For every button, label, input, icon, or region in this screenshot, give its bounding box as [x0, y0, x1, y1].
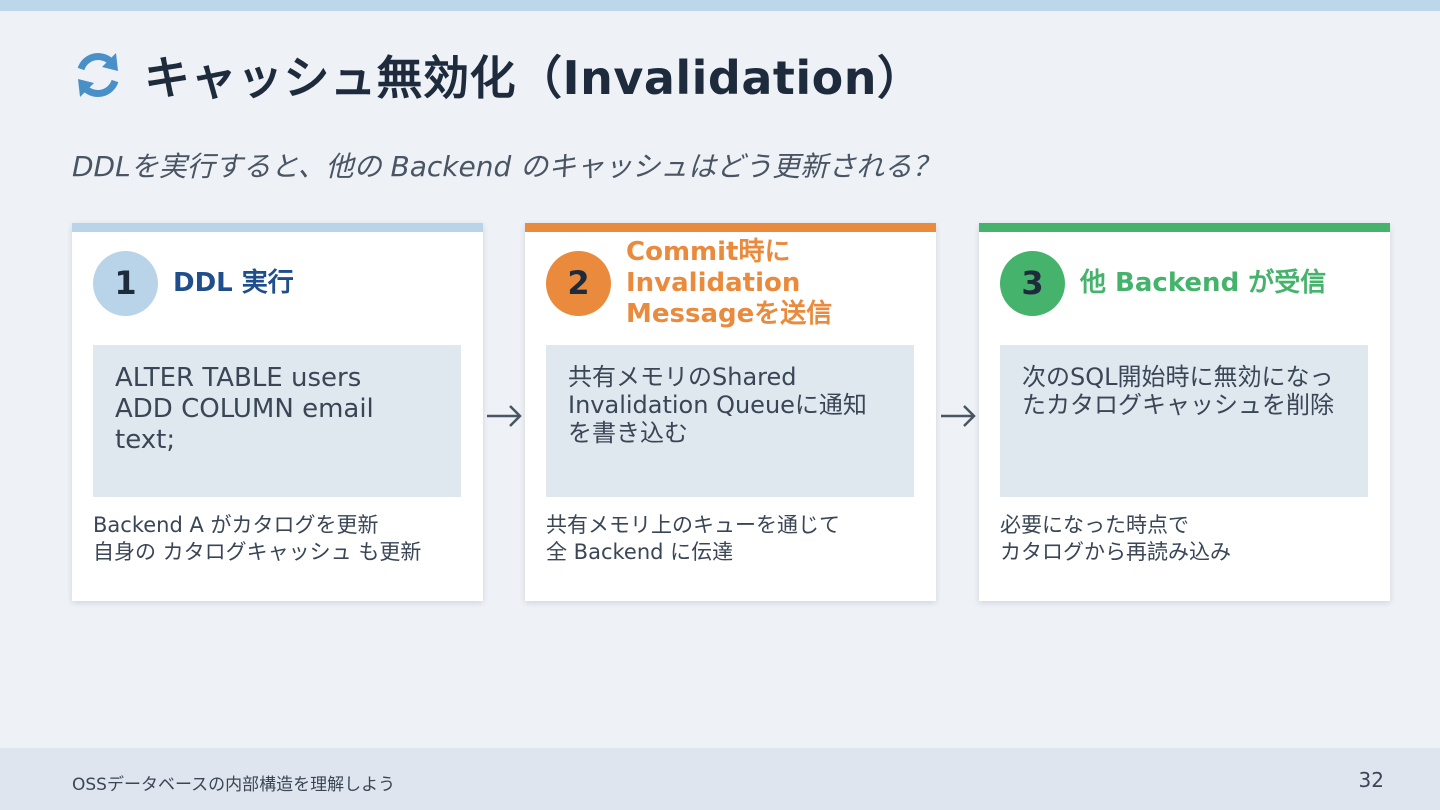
page-number: 32 — [1358, 768, 1384, 792]
step-note: Backend A がカタログを更新 自身の カタログキャッシュ も更新 — [93, 513, 422, 564]
card-accent-bar — [72, 223, 483, 232]
arrow-right-icon — [938, 398, 978, 434]
step-detail-box: 次のSQL開始時に無効になっ たカタログキャッシュを削除 — [1000, 345, 1368, 497]
arrow-right-icon — [484, 398, 524, 434]
refresh-icon — [72, 49, 124, 101]
step-card-2: 2 Commit時に Invalidation Messageを送信 共有メモリ… — [525, 223, 936, 601]
step-card-3: 3 他 Backend が受信 次のSQL開始時に無効になっ たカタログキャッシ… — [979, 223, 1390, 601]
step-number-badge: 2 — [546, 250, 611, 316]
step-note: 共有メモリ上のキューを通じて 全 Backend に伝達 — [546, 513, 840, 564]
step-title: 他 Backend が受信 — [1080, 267, 1327, 298]
card-header: 2 Commit時に Invalidation Messageを送信 — [546, 237, 832, 329]
step-title: DDL 実行 — [173, 267, 294, 298]
card-header: 1 DDL 実行 — [93, 247, 294, 319]
card-accent-bar — [525, 223, 936, 232]
card-accent-bar — [979, 223, 1390, 232]
page-subtitle: DDLを実行すると、他の Backend のキャッシュはどう更新される？ — [72, 150, 941, 183]
step-number-badge: 3 — [1000, 250, 1065, 316]
title-row: キャッシュ無効化（Invalidation） — [72, 40, 924, 110]
top-accent-bar — [0, 0, 1440, 11]
step-card-1: 1 DDL 実行 ALTER TABLE users ADD COLUMN em… — [72, 223, 483, 601]
step-detail-box: 共有メモリのShared Invalidation Queueに通知 を書き込む — [546, 345, 914, 497]
card-header: 3 他 Backend が受信 — [1000, 247, 1326, 319]
step-detail-box: ALTER TABLE users ADD COLUMN email text; — [93, 345, 461, 497]
footer-text: OSSデータベースの内部構造を理解しよう — [72, 775, 396, 795]
page-title: キャッシュ無効化（Invalidation） — [144, 51, 924, 105]
step-note: 必要になった時点で カタログから再読み込み — [1000, 513, 1231, 564]
step-number-badge: 1 — [93, 250, 158, 316]
step-title: Commit時に Invalidation Messageを送信 — [626, 236, 833, 329]
footer: OSSデータベースの内部構造を理解しよう 32 — [0, 748, 1440, 810]
